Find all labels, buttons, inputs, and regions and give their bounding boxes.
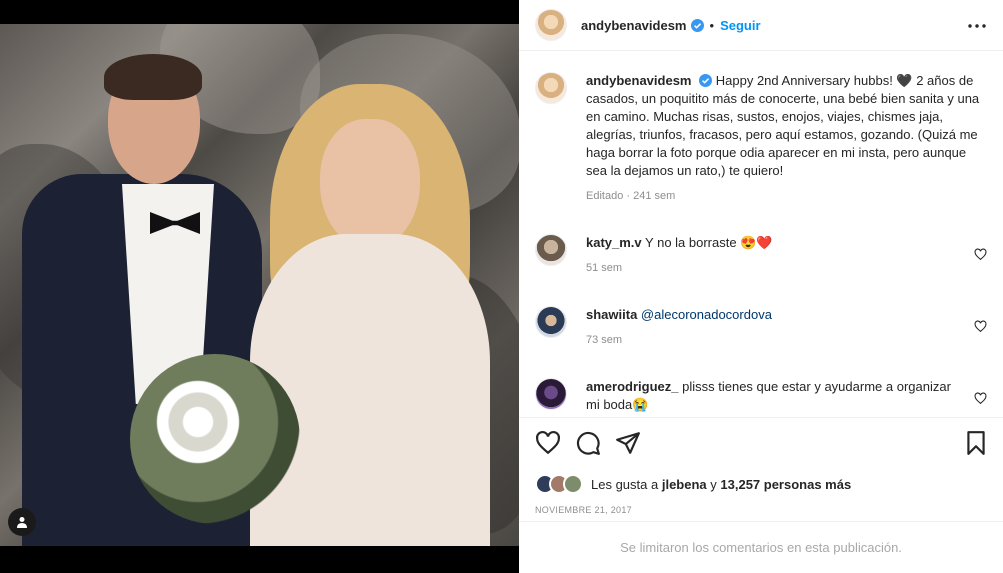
likes-summary[interactable]: Les gusta a jlebena y 13,257 personas má… [535, 474, 851, 494]
share-icon[interactable] [615, 430, 641, 456]
comments-list[interactable]: andybenavidesm Happy 2nd Anniversary hub… [519, 52, 1003, 416]
more-horizontal-icon [968, 24, 986, 28]
post-date: NOVIEMBRE 21, 2017 [535, 505, 632, 515]
caption-text-block: andybenavidesm Happy 2nd Anniversary hub… [586, 72, 987, 180]
likes-conj: y [710, 476, 717, 492]
comment-item: amerodriguez_ plisss tienes que estar y … [535, 378, 987, 416]
post-side-panel: andybenavidesm • Seguir andybenavidesm H… [519, 0, 1003, 573]
author-username[interactable]: andybenavidesm [581, 18, 687, 33]
comment-icon[interactable] [575, 430, 601, 456]
groom-hair [104, 54, 202, 100]
post-dialog: andybenavidesm • Seguir andybenavidesm H… [0, 0, 1003, 573]
caption-entry: andybenavidesm Happy 2nd Anniversary hub… [535, 72, 987, 212]
heart-icon[interactable] [535, 430, 561, 456]
verified-badge-icon [699, 74, 713, 87]
user-icon [17, 517, 27, 528]
post-photo[interactable] [0, 24, 519, 546]
comment-meta: 73 sem [586, 334, 623, 346]
comment-item: shawiita @alecoronadocordova 73 sem [535, 306, 987, 366]
commenter-avatar[interactable] [535, 378, 567, 410]
bookmark-icon[interactable] [963, 430, 989, 456]
like-comment-heart-icon[interactable] [974, 248, 987, 261]
commenter-username[interactable]: katy_m.v [586, 235, 642, 250]
bouquet [130, 354, 300, 524]
post-header: andybenavidesm • Seguir [519, 0, 1003, 51]
author-avatar[interactable] [535, 9, 567, 41]
comments-limited-notice: Se limitaron los comentarios en esta pub… [519, 521, 1003, 573]
caption-text: Happy 2nd Anniversary hubbs! 🖤 2 años de… [586, 73, 980, 178]
more-options-button[interactable] [965, 14, 989, 38]
bride-dress [250, 234, 490, 546]
liker-avatar [563, 474, 583, 494]
bride-face [320, 119, 420, 249]
commenter-username[interactable]: amerodriguez_ [586, 379, 678, 394]
commenter-avatar[interactable] [535, 306, 567, 338]
follow-button[interactable]: Seguir [720, 18, 760, 33]
likes-prefix: Les gusta a [591, 476, 659, 492]
tagged-people-button[interactable] [8, 508, 36, 536]
post-actions: Les gusta a jlebena y 13,257 personas má… [519, 417, 1003, 521]
caption-meta: Editado · 241 sem [586, 190, 676, 202]
caption-username[interactable]: andybenavidesm [586, 73, 692, 88]
commenter-username[interactable]: shawiita [586, 307, 637, 322]
like-comment-heart-icon[interactable] [974, 392, 987, 405]
likes-user[interactable]: jlebena [662, 477, 707, 492]
comment-item: katy_m.v Y no la borraste 😍❤️ 51 sem [535, 234, 987, 294]
comment-text: Y no la borraste 😍❤️ [645, 235, 773, 250]
caption-avatar[interactable] [535, 72, 567, 104]
commenter-avatar[interactable] [535, 234, 567, 266]
separator-dot: • [709, 17, 715, 33]
comment-meta: 51 sem [586, 262, 623, 274]
verified-badge-icon [690, 18, 704, 32]
likes-count[interactable]: 13,257 personas más [720, 477, 851, 492]
comment-mention-link[interactable]: @alecoronadocordova [641, 307, 772, 322]
like-comment-heart-icon[interactable] [974, 320, 987, 333]
